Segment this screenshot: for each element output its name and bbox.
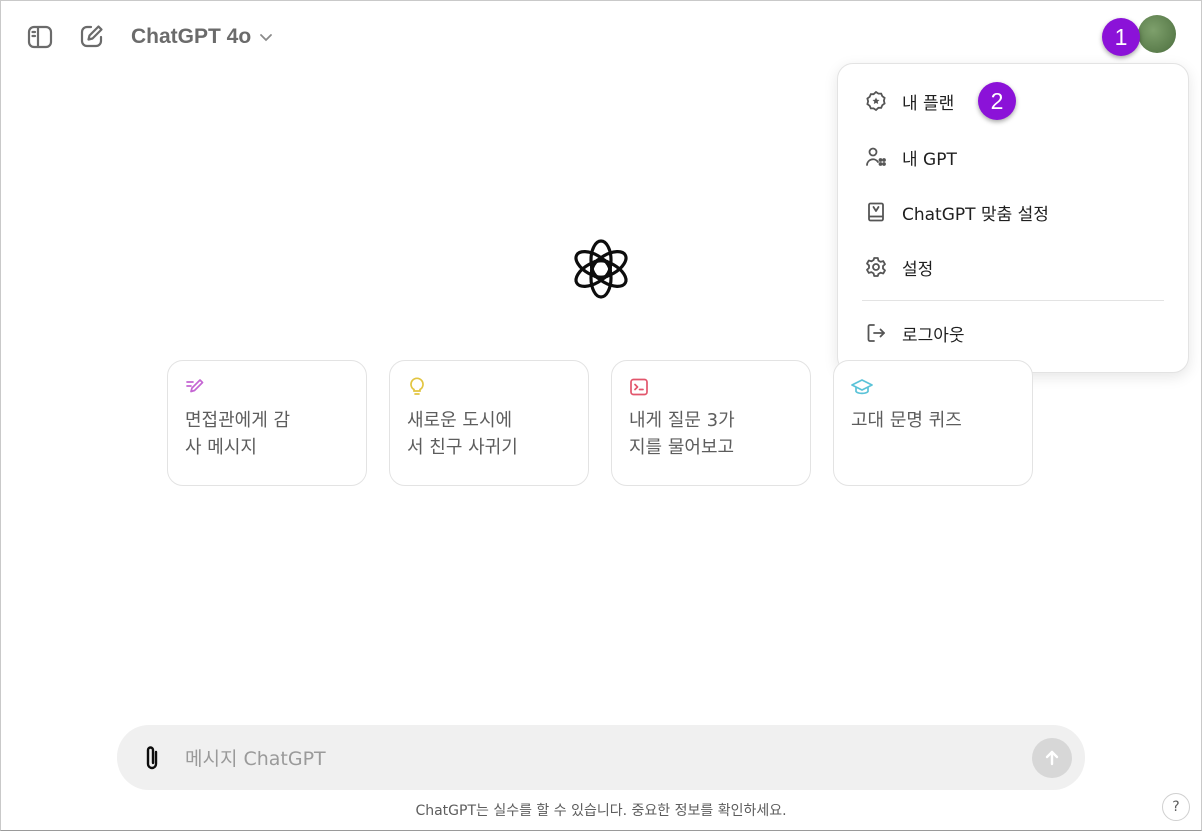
message-composer (117, 725, 1085, 792)
menu-item-label: 설정 (902, 259, 934, 280)
suggestion-card[interactable]: 내게 질문 3가 지를 물어보고 (611, 360, 811, 486)
attach-paperclip-icon[interactable] (139, 743, 165, 773)
suggestion-text: 고대 문명 퀴즈 (851, 410, 962, 431)
model-name: ChatGPT 4o (131, 25, 252, 48)
menu-item-customize[interactable]: ChatGPT 맞춤 설정 (854, 190, 1172, 234)
help-button[interactable]: ? (1162, 793, 1190, 821)
plan-badge-icon (864, 89, 888, 113)
new-chat-icon[interactable] (77, 21, 107, 51)
logout-icon (864, 321, 888, 345)
sidebar-toggle-icon[interactable] (25, 22, 55, 52)
gear-icon (864, 255, 888, 279)
avatar[interactable] (1138, 15, 1176, 53)
menu-item-settings[interactable]: 설정 (854, 245, 1172, 289)
terminal-icon (629, 377, 649, 397)
chevron-down-icon (260, 34, 273, 42)
pen-icon (185, 377, 205, 397)
suggestion-text: 새로운 도시에 서 친구 사귀기 (407, 410, 518, 458)
arrow-up-icon (1045, 750, 1059, 766)
menu-item-label: 내 GPT (902, 149, 957, 170)
lightbulb-icon (407, 377, 427, 397)
annotation-badge-2: 2 (978, 82, 1016, 120)
send-button[interactable] (1032, 738, 1072, 778)
suggestion-card[interactable]: 고대 문명 퀴즈 (833, 360, 1033, 486)
suggestion-card[interactable]: 면접관에게 감 사 메시지 (167, 360, 367, 486)
menu-item-label: ChatGPT 맞춤 설정 (902, 204, 1049, 225)
menu-item-logout[interactable]: 로그아웃 (854, 311, 1172, 355)
menu-item-label: 내 플랜 (902, 93, 955, 114)
customize-book-icon (864, 200, 888, 224)
menu-item-my-gpts[interactable]: 내 GPT (854, 135, 1172, 179)
suggestion-text: 면접관에게 감 사 메시지 (185, 410, 291, 458)
graduation-cap-icon (851, 377, 873, 397)
suggestion-text: 내게 질문 3가 지를 물어보고 (629, 410, 735, 458)
model-selector[interactable]: ChatGPT 4o (131, 22, 273, 52)
message-input[interactable] (183, 725, 1007, 792)
disclaimer-text: ChatGPT는 실수를 할 수 있습니다. 중요한 정보를 확인하세요. (415, 803, 787, 819)
my-gpts-icon (864, 145, 888, 169)
suggestion-card[interactable]: 새로운 도시에 서 친구 사귀기 (389, 360, 589, 486)
menu-item-label: 로그아웃 (902, 325, 965, 346)
annotation-badge-1: 1 (1102, 18, 1140, 56)
menu-divider (862, 300, 1164, 301)
openai-logo-icon (570, 238, 632, 300)
